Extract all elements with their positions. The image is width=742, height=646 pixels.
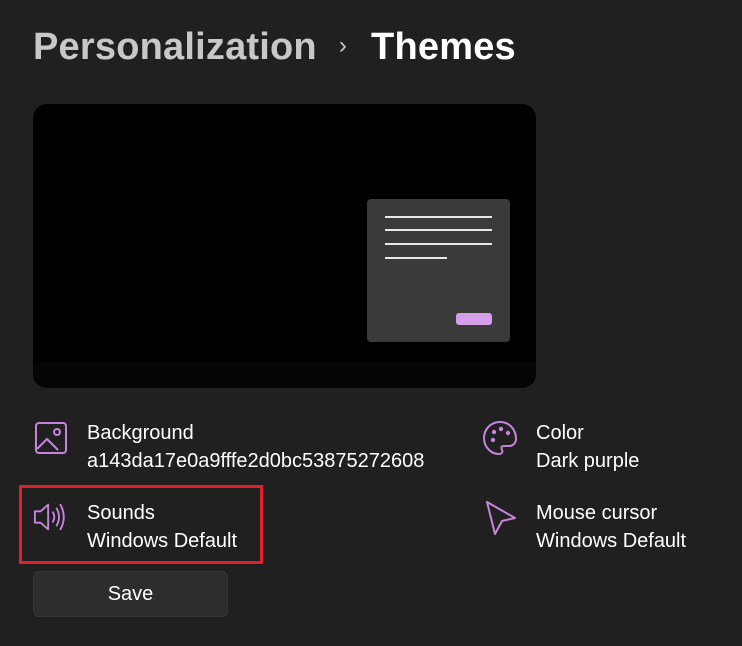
color-label: Color [536,422,584,444]
preview-text-line [385,257,447,259]
preview-accent-button [456,313,492,325]
palette-icon [482,419,518,459]
page-title: Themes [371,26,516,68]
themes-page: Personalization › Themes Background a143… [0,0,742,646]
breadcrumb-personalization[interactable]: Personalization [33,26,317,69]
speaker-icon [33,499,69,539]
background-label: Background [87,422,194,444]
preview-text-line [385,229,492,231]
background-setting[interactable]: Background a143da17e0a9fffe2d0bc53875272… [33,419,424,475]
preview-text-line [385,216,492,218]
color-value: Dark purple [536,450,640,472]
color-setting[interactable]: Color Dark purple [482,419,639,475]
breadcrumb-separator-icon: › [338,31,348,59]
preview-text-line [385,243,492,245]
sounds-value: Windows Default [87,530,238,552]
mouse-cursor-label: Mouse cursor [536,502,658,524]
mouse-cursor-setting[interactable]: Mouse cursor Windows Default [482,499,686,555]
theme-preview [33,104,536,388]
save-button[interactable]: Save [33,571,228,617]
preview-window [367,199,510,342]
image-icon [33,419,69,459]
background-value: a143da17e0a9fffe2d0bc53875272608 [87,450,425,472]
sounds-label: Sounds [87,502,155,524]
preview-taskbar [33,362,536,388]
sounds-setting[interactable]: Sounds Windows Default [33,499,237,555]
mouse-cursor-value: Windows Default [536,530,687,552]
cursor-icon [482,499,518,539]
breadcrumb: Personalization › Themes [33,26,516,69]
